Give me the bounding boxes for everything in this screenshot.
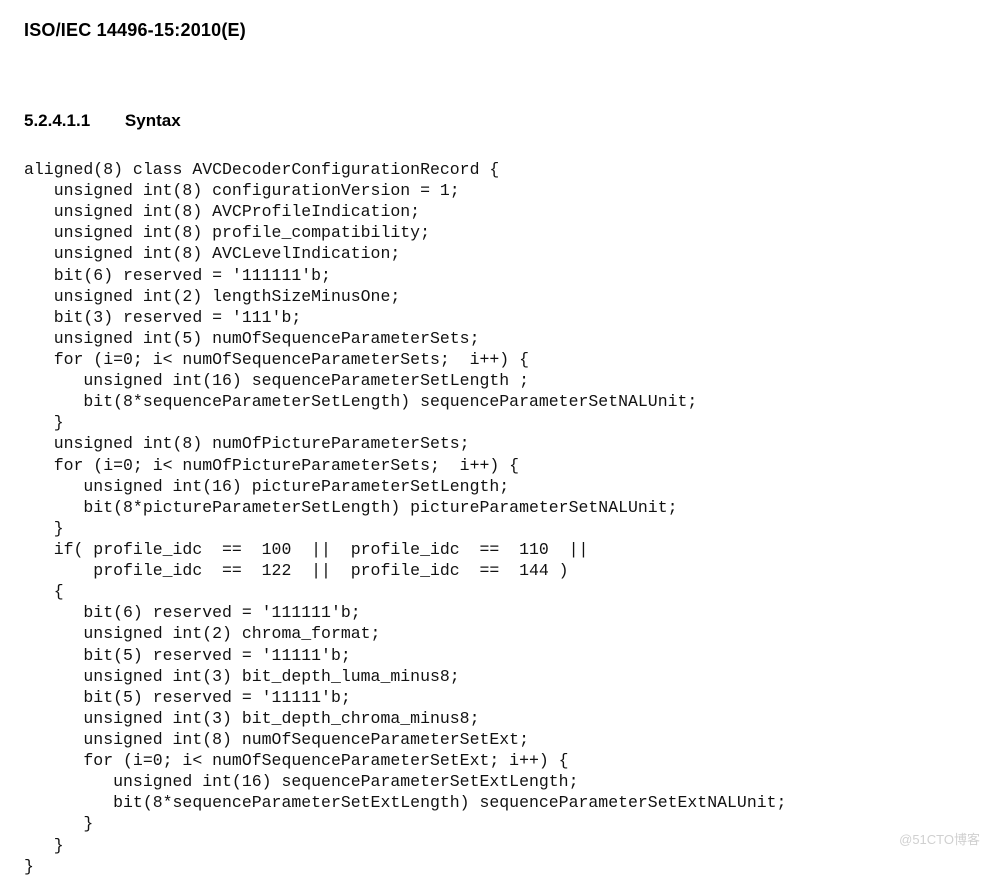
document-standard-header: ISO/IEC 14496-15:2010(E) bbox=[24, 20, 976, 41]
section-header: 5.2.4.1.1 Syntax bbox=[24, 111, 976, 131]
watermark: @51CTO博客 bbox=[899, 829, 980, 848]
syntax-code-block: aligned(8) class AVCDecoderConfiguration… bbox=[24, 159, 976, 877]
section-number: 5.2.4.1.1 bbox=[24, 111, 90, 131]
section-title: Syntax bbox=[125, 111, 181, 131]
